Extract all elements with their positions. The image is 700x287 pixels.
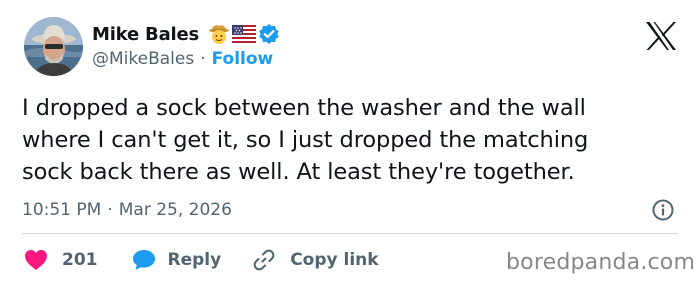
separator-dot: · — [200, 49, 206, 69]
copy-link-button[interactable]: Copy link — [253, 249, 379, 271]
tweet-text-line: I dropped a sock between the washer and … — [22, 95, 586, 121]
tweet-timestamp[interactable]: 10:51 PM · Mar 25, 2026 — [22, 197, 232, 223]
reply-bubble-icon — [132, 250, 155, 270]
tweet-text-line: where I can't get it, so I just dropped … — [22, 127, 589, 153]
tweet-text-line: sock back there as well. At least they'r… — [22, 159, 575, 185]
verified-badge-icon — [259, 24, 279, 44]
author-name[interactable]: Mike Bales — [92, 24, 199, 45]
author-name-row: Mike Bales — [92, 20, 280, 48]
x-logo-icon[interactable] — [645, 21, 677, 51]
author-handle[interactable]: @MikeBales — [92, 49, 194, 69]
author-handle-row: @MikeBales · Follow — [92, 47, 273, 71]
reply-button[interactable]: Reply — [132, 249, 222, 271]
info-icon[interactable] — [651, 198, 675, 222]
like-button[interactable]: 201 — [24, 249, 98, 271]
tweet-date: Mar 25, 2026 — [118, 200, 232, 220]
cowboy-face-icon — [209, 25, 230, 44]
like-count: 201 — [62, 250, 98, 270]
us-flag-icon — [232, 25, 257, 43]
avatar[interactable] — [24, 17, 83, 76]
tweet-text: I dropped a sock between the washer and … — [22, 92, 692, 188]
action-bar: 201 Reply Copy link — [24, 247, 379, 273]
link-icon — [253, 249, 275, 271]
follow-button[interactable]: Follow — [212, 49, 274, 69]
divider — [22, 233, 678, 234]
watermark: boredpanda.com — [506, 250, 696, 275]
separator-dot: · — [107, 200, 113, 220]
tweet-time: 10:51 PM — [22, 200, 102, 220]
heart-icon — [25, 250, 47, 270]
reply-label: Reply — [167, 250, 222, 270]
author-badges — [208, 23, 280, 45]
copy-link-label: Copy link — [290, 250, 379, 270]
